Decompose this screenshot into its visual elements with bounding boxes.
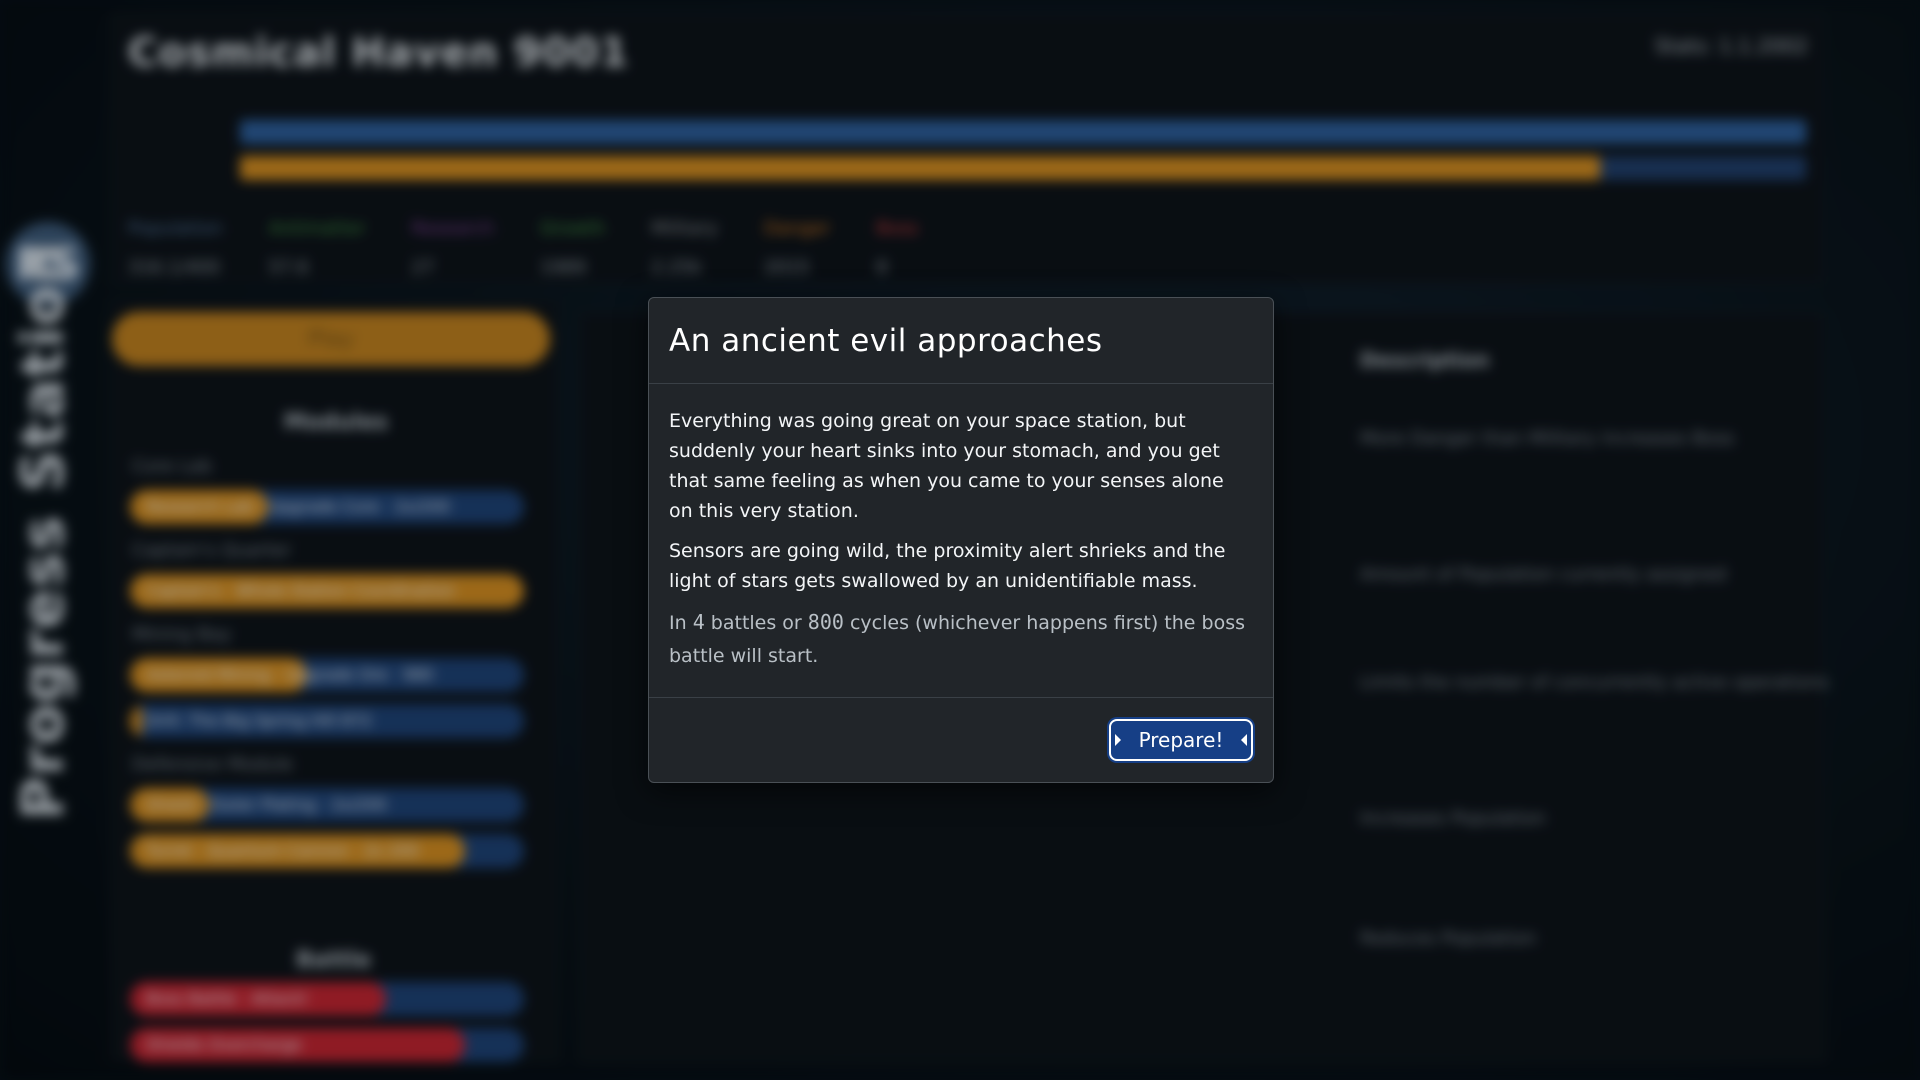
dialog-footer: Prepare! — [649, 698, 1273, 782]
prepare-button-label: Prepare! — [1138, 728, 1224, 752]
dialog-body: Everything was going great on your space… — [649, 384, 1273, 698]
cycles-count: 800 — [807, 610, 844, 634]
triangle-left-icon — [1241, 734, 1247, 746]
dialog-header: An ancient evil approaches — [649, 298, 1273, 384]
boss-countdown-text: In 4 battles or 800 cycles (whichever ha… — [669, 606, 1253, 673]
dialog-paragraph-1: Everything was going great on your space… — [669, 410, 1224, 522]
triangle-right-icon — [1115, 734, 1121, 746]
countdown-middle: battles or — [710, 612, 802, 634]
boss-warning-dialog: An ancient evil approaches Everything wa… — [648, 297, 1274, 783]
countdown-prefix: In — [669, 612, 687, 634]
battles-count: 4 — [692, 610, 705, 634]
dialog-paragraph-2: Sensors are going wild, the proximity al… — [669, 540, 1226, 592]
prepare-button[interactable]: Prepare! — [1109, 719, 1253, 761]
dialog-title: An ancient evil approaches — [669, 322, 1103, 359]
